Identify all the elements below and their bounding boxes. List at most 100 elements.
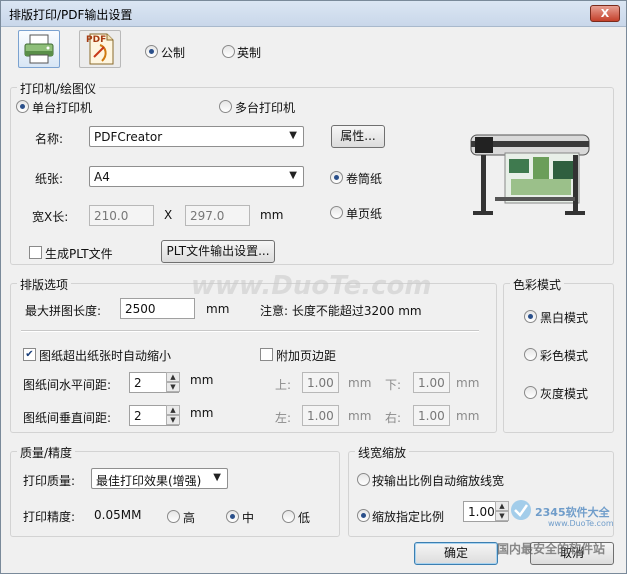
h-gap-mm-unit: mm [190, 373, 214, 387]
v-gap-spin-up[interactable]: ▲ [166, 405, 180, 415]
h-gap-spin-down[interactable]: ▼ [166, 382, 180, 392]
print-quality-value: 最佳打印效果(增强) [96, 474, 202, 488]
paper-select[interactable]: A4 ▼ [89, 166, 304, 187]
print-quality-select[interactable]: 最佳打印效果(增强) ▼ [91, 468, 228, 489]
precision-low-radio[interactable] [282, 510, 295, 523]
right-margin-label: 右: [385, 411, 402, 425]
layout-divider [21, 330, 479, 332]
generate-plt-label: 生成PLT文件 [45, 247, 113, 261]
single-printer-label: 单台打印机 [32, 101, 93, 115]
printer-mode-button[interactable] [18, 30, 60, 68]
paper-label: 纸张: [35, 172, 64, 186]
top-margin-label: 上: [275, 378, 292, 392]
v-gap-value: 2 [134, 409, 142, 423]
sheet-paper-label: 单页纸 [346, 207, 383, 221]
printer-icon [24, 34, 54, 64]
gray-mode-label: 灰度模式 [540, 387, 589, 401]
color-mode-label: 彩色模式 [540, 349, 589, 363]
scale-spin-down[interactable]: ▼ [495, 511, 509, 521]
chevron-down-icon: ▼ [213, 472, 221, 483]
right-margin-value: 1.00 [418, 409, 445, 423]
watermark-logo-text: 2345软件大全 [535, 506, 610, 519]
paper-value: A4 [94, 170, 110, 184]
left-margin-label: 左: [275, 411, 292, 425]
bottom-margin-value: 1.00 [418, 376, 445, 390]
v-gap-spin-down[interactable]: ▼ [166, 415, 180, 425]
extra-margin-checkbox[interactable] [260, 348, 273, 361]
watermark-logo-icon [511, 500, 531, 520]
bottom-margin-input[interactable]: 1.00 [413, 372, 450, 393]
quality-group-title: 质量/精度 [17, 444, 76, 461]
top-margin-value: 1.00 [307, 376, 334, 390]
color-mode-radio[interactable] [524, 348, 537, 361]
plotter-image [470, 134, 590, 215]
max-length-input[interactable]: 2500 [120, 298, 195, 319]
h-gap-spin-up[interactable]: ▲ [166, 372, 180, 382]
gray-mode-radio[interactable] [524, 386, 537, 399]
precision-high-label: 高 [183, 511, 196, 525]
imperial-radio[interactable] [222, 45, 235, 58]
watermark-site-text: www.DuoTe.com [548, 519, 614, 528]
auto-linewidth-radio[interactable] [357, 473, 370, 486]
autoshrink-checkbox[interactable]: ✔ [23, 348, 36, 361]
printer-name-value: PDFCreator [94, 130, 163, 144]
size-label: 宽X长: [32, 210, 69, 224]
v-gap-mm-unit: mm [190, 406, 214, 420]
autoshrink-label: 图纸超出纸张时自动缩小 [39, 349, 172, 363]
length-input[interactable]: 297.0 [185, 205, 250, 226]
max-length-label: 最大拼图长度: [25, 304, 102, 318]
watermark-big-text: www.DuoTe.com [191, 271, 432, 301]
print-quality-label: 打印质量: [23, 474, 76, 488]
bw-mode-radio[interactable] [524, 310, 537, 323]
precision-medium-radio[interactable] [226, 510, 239, 523]
max-length-value: 2500 [125, 302, 156, 316]
close-button[interactable]: X [590, 5, 620, 22]
metric-radio[interactable] [145, 45, 158, 58]
window-title: 排版打印/PDF输出设置 [9, 8, 133, 22]
generate-plt-checkbox[interactable] [29, 246, 42, 259]
v-gap-label: 图纸间垂直间距: [23, 411, 112, 425]
printer-name-label: 名称: [35, 132, 64, 146]
left-margin-input[interactable]: 1.00 [302, 405, 339, 426]
precision-low-label: 低 [298, 511, 311, 525]
extra-margin-label: 附加页边距 [276, 349, 337, 363]
pdf-mode-button[interactable]: PDF [79, 30, 121, 68]
left-margin-mm-unit: mm [348, 409, 372, 423]
top-margin-input[interactable]: 1.00 [302, 372, 339, 393]
precision-high-radio[interactable] [167, 510, 180, 523]
max-length-mm-unit: mm [206, 302, 230, 316]
title-bar[interactable]: 排版打印/PDF输出设置 X [1, 1, 626, 27]
printer-name-select[interactable]: PDFCreator ▼ [89, 126, 304, 147]
max-length-note: 注意: 长度不能超过3200 mm [260, 304, 422, 318]
linewidth-group-title: 线宽缩放 [355, 444, 410, 461]
plt-settings-button[interactable]: PLT文件输出设置... [161, 240, 275, 263]
properties-button[interactable]: 属性... [331, 125, 385, 148]
bottom-margin-mm-unit: mm [456, 376, 480, 390]
top-margin-mm-unit: mm [348, 376, 372, 390]
specified-scale-radio[interactable] [357, 509, 370, 522]
precision-medium-label: 中 [242, 511, 255, 525]
pdf-icon-text: PDF [86, 35, 107, 45]
size-mm-unit: mm [260, 208, 284, 222]
right-margin-input[interactable]: 1.00 [413, 405, 450, 426]
scale-spin-up[interactable]: ▲ [495, 501, 509, 511]
roll-paper-radio[interactable] [330, 171, 343, 184]
chevron-down-icon: ▼ [289, 130, 297, 141]
sheet-paper-radio[interactable] [330, 206, 343, 219]
h-gap-label: 图纸间水平间距: [23, 378, 112, 392]
ok-button[interactable]: 确定 [414, 542, 498, 565]
length-value: 297.0 [190, 209, 225, 223]
specified-scale-label: 缩放指定比例 [372, 510, 445, 524]
width-input[interactable]: 210.0 [89, 205, 154, 226]
bottom-margin-label: 下: [385, 378, 402, 392]
bw-mode-label: 黑白模式 [540, 311, 589, 325]
scale-value: 1.00 [468, 505, 495, 519]
width-value: 210.0 [94, 209, 129, 223]
layout-group-title: 排版选项 [17, 276, 72, 293]
chevron-down-icon: ▼ [289, 170, 297, 181]
color-mode-title: 色彩模式 [510, 276, 565, 293]
left-margin-value: 1.00 [307, 409, 334, 423]
printer-group-title: 打印机/绘图仪 [17, 80, 100, 97]
multi-printer-radio[interactable] [219, 100, 232, 113]
single-printer-radio[interactable] [16, 100, 29, 113]
